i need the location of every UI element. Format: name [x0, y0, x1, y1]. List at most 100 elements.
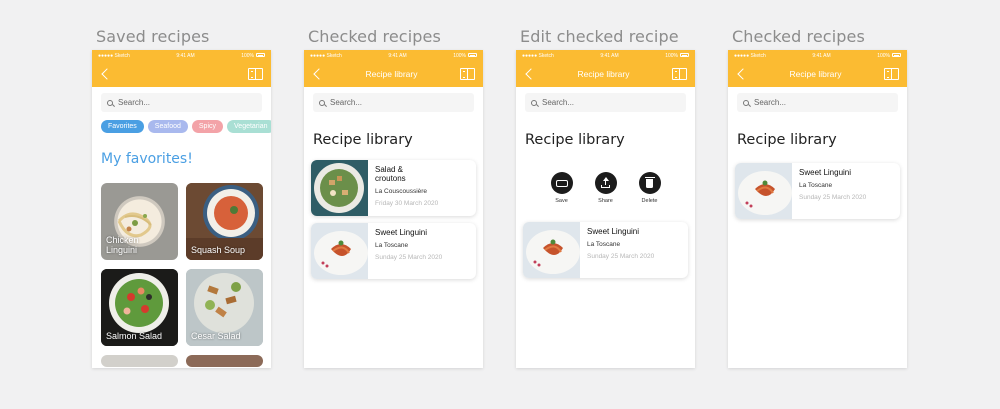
- search-bar[interactable]: [525, 93, 686, 112]
- tag-seafood[interactable]: Seafood: [147, 120, 188, 133]
- favorite-label: Cesar Salad: [191, 331, 241, 341]
- food-photo: [311, 160, 368, 216]
- favorite-card-cesar-salad[interactable]: Cesar Salad: [186, 269, 263, 346]
- save-button[interactable]: Save: [550, 172, 573, 204]
- recipe-info: Sweet Linguini La Toscane Sunday 25 Marc…: [792, 163, 866, 219]
- food-photo: [735, 163, 792, 219]
- app-bar: ●●●●● Sketch 9:41 AM 100% Recipe library: [304, 50, 483, 87]
- favorite-card-salmon-salad[interactable]: Salmon Salad: [101, 269, 178, 346]
- recipe-date: Sunday 25 March 2020: [587, 253, 655, 260]
- battery-status: 100%: [453, 53, 477, 59]
- phone-edit-checked-recipe: ●●●●● Sketch 9:41 AM 100% Recipe library…: [516, 50, 695, 368]
- back-icon[interactable]: [313, 68, 325, 80]
- status-time: 9:41 AM: [600, 52, 619, 59]
- favorites-heading: My favorites!: [101, 151, 193, 167]
- nav-bar: Recipe library: [516, 61, 695, 87]
- recipe-card-salad-croutons[interactable]: Salad & croutons La Couscoussière Friday…: [311, 160, 476, 216]
- carrier-label: ●●●●● Sketch: [310, 52, 342, 59]
- status-bar: ●●●●● Sketch 9:41 AM 100%: [304, 50, 483, 61]
- page-title: Recipe library: [737, 132, 837, 148]
- carrier-label: ●●●●● Sketch: [98, 52, 130, 59]
- recipe-card-sweet-linguini[interactable]: Sweet Linguini La Toscane Sunday 25 Marc…: [311, 223, 476, 279]
- phone-saved-recipes: ●●●●● Sketch 9:41 AM 100% Favorites Seaf…: [92, 50, 271, 368]
- favorite-label: Salmon Salad: [106, 331, 163, 341]
- page-title: Recipe library: [525, 132, 625, 148]
- phone-checked-recipes: ●●●●● Sketch 9:41 AM 100% Recipe library…: [304, 50, 483, 368]
- recipe-thumbnail: [523, 222, 580, 278]
- recipe-thumbnail: [311, 223, 368, 279]
- app-bar: ●●●●● Sketch 9:41 AM 100%: [92, 50, 271, 87]
- battery-icon: [679, 53, 689, 58]
- share-button[interactable]: Share: [594, 172, 617, 204]
- recipe-book-icon[interactable]: [884, 68, 899, 80]
- recipe-book-icon[interactable]: [248, 68, 263, 80]
- nav-title: Recipe library: [577, 69, 630, 79]
- save-label: Save: [555, 198, 568, 204]
- battery-icon: [891, 53, 901, 58]
- recipe-place: La Couscoussière: [375, 188, 428, 195]
- back-icon[interactable]: [101, 68, 113, 80]
- food-photo: [523, 222, 580, 278]
- search-icon: [531, 99, 537, 106]
- battery-status: 100%: [877, 53, 901, 59]
- search-bar[interactable]: [101, 93, 262, 112]
- phone-checked-recipes-after: ●●●●● Sketch 9:41 AM 100% Recipe library…: [728, 50, 907, 368]
- battery-icon: [255, 53, 265, 58]
- app-bar: ●●●●● Sketch 9:41 AM 100% Recipe library: [728, 50, 907, 87]
- status-time: 9:41 AM: [176, 52, 195, 59]
- trash-icon: [638, 172, 661, 194]
- search-icon: [319, 99, 325, 106]
- save-icon: [550, 172, 573, 194]
- recipe-date: Friday 30 March 2020: [375, 200, 439, 207]
- status-bar: ●●●●● Sketch 9:41 AM 100%: [92, 50, 271, 61]
- search-input[interactable]: [330, 98, 450, 107]
- recipe-date: Sunday 25 March 2020: [375, 254, 443, 261]
- recipe-name: Sweet Linguini: [799, 168, 852, 177]
- search-input[interactable]: [542, 98, 662, 107]
- favorite-card-squash-soup[interactable]: Squash Soup: [186, 183, 263, 260]
- recipe-info: Sweet Linguini La Toscane Sunday 25 Marc…: [368, 223, 442, 279]
- search-bar[interactable]: [737, 93, 898, 112]
- recipe-thumbnail: [735, 163, 792, 219]
- nav-bar: Recipe library: [728, 61, 907, 87]
- favorite-card-partial[interactable]: [186, 355, 263, 367]
- recipe-name: Sweet Linguini: [587, 227, 640, 236]
- favorite-label: Squash Soup: [191, 245, 246, 255]
- screen-title-saved-recipes: Saved recipes: [96, 27, 210, 46]
- favorites-grid: Chicken Linguini Squash Soup Salmon Sala…: [101, 183, 263, 367]
- nav-title: Recipe library: [365, 69, 418, 79]
- status-bar: ●●●●● Sketch 9:41 AM 100%: [728, 50, 907, 61]
- recipe-card-sweet-linguini[interactable]: Sweet Linguini La Toscane Sunday 25 Marc…: [523, 222, 688, 278]
- recipe-card-sweet-linguini[interactable]: Sweet Linguini La Toscane Sunday 25 Marc…: [735, 163, 900, 219]
- recipe-actions: Save Share Delete: [516, 172, 695, 204]
- page-title: Recipe library: [313, 132, 413, 148]
- battery-status: 100%: [241, 53, 265, 59]
- carrier-label: ●●●●● Sketch: [522, 52, 554, 59]
- status-time: 9:41 AM: [812, 52, 831, 59]
- share-label: Share: [598, 198, 613, 204]
- search-input[interactable]: [118, 98, 238, 107]
- nav-bar: Recipe library: [304, 61, 483, 87]
- recipe-book-icon[interactable]: [672, 68, 687, 80]
- back-icon[interactable]: [737, 68, 749, 80]
- delete-button[interactable]: Delete: [638, 172, 661, 204]
- screen-title-checked-recipes: Checked recipes: [308, 27, 441, 46]
- carrier-label: ●●●●● Sketch: [734, 52, 766, 59]
- favorite-card-chicken-linguini[interactable]: Chicken Linguini: [101, 183, 178, 260]
- nav-bar: [92, 61, 271, 87]
- favorite-card-partial[interactable]: [101, 355, 178, 367]
- back-icon[interactable]: [525, 68, 537, 80]
- search-icon: [107, 99, 113, 106]
- tag-favorites[interactable]: Favorites: [101, 120, 144, 133]
- recipe-thumbnail: [311, 160, 368, 216]
- tag-filters: Favorites Seafood Spicy Vegetarian: [101, 120, 271, 133]
- recipe-name: Sweet Linguini: [375, 228, 428, 237]
- recipe-place: La Toscane: [587, 241, 621, 248]
- recipe-date: Sunday 25 March 2020: [799, 194, 867, 201]
- recipe-book-icon[interactable]: [460, 68, 475, 80]
- tag-spicy[interactable]: Spicy: [191, 120, 224, 133]
- search-input[interactable]: [754, 98, 874, 107]
- battery-icon: [467, 53, 477, 58]
- search-bar[interactable]: [313, 93, 474, 112]
- tag-vegetarian[interactable]: Vegetarian: [227, 120, 271, 133]
